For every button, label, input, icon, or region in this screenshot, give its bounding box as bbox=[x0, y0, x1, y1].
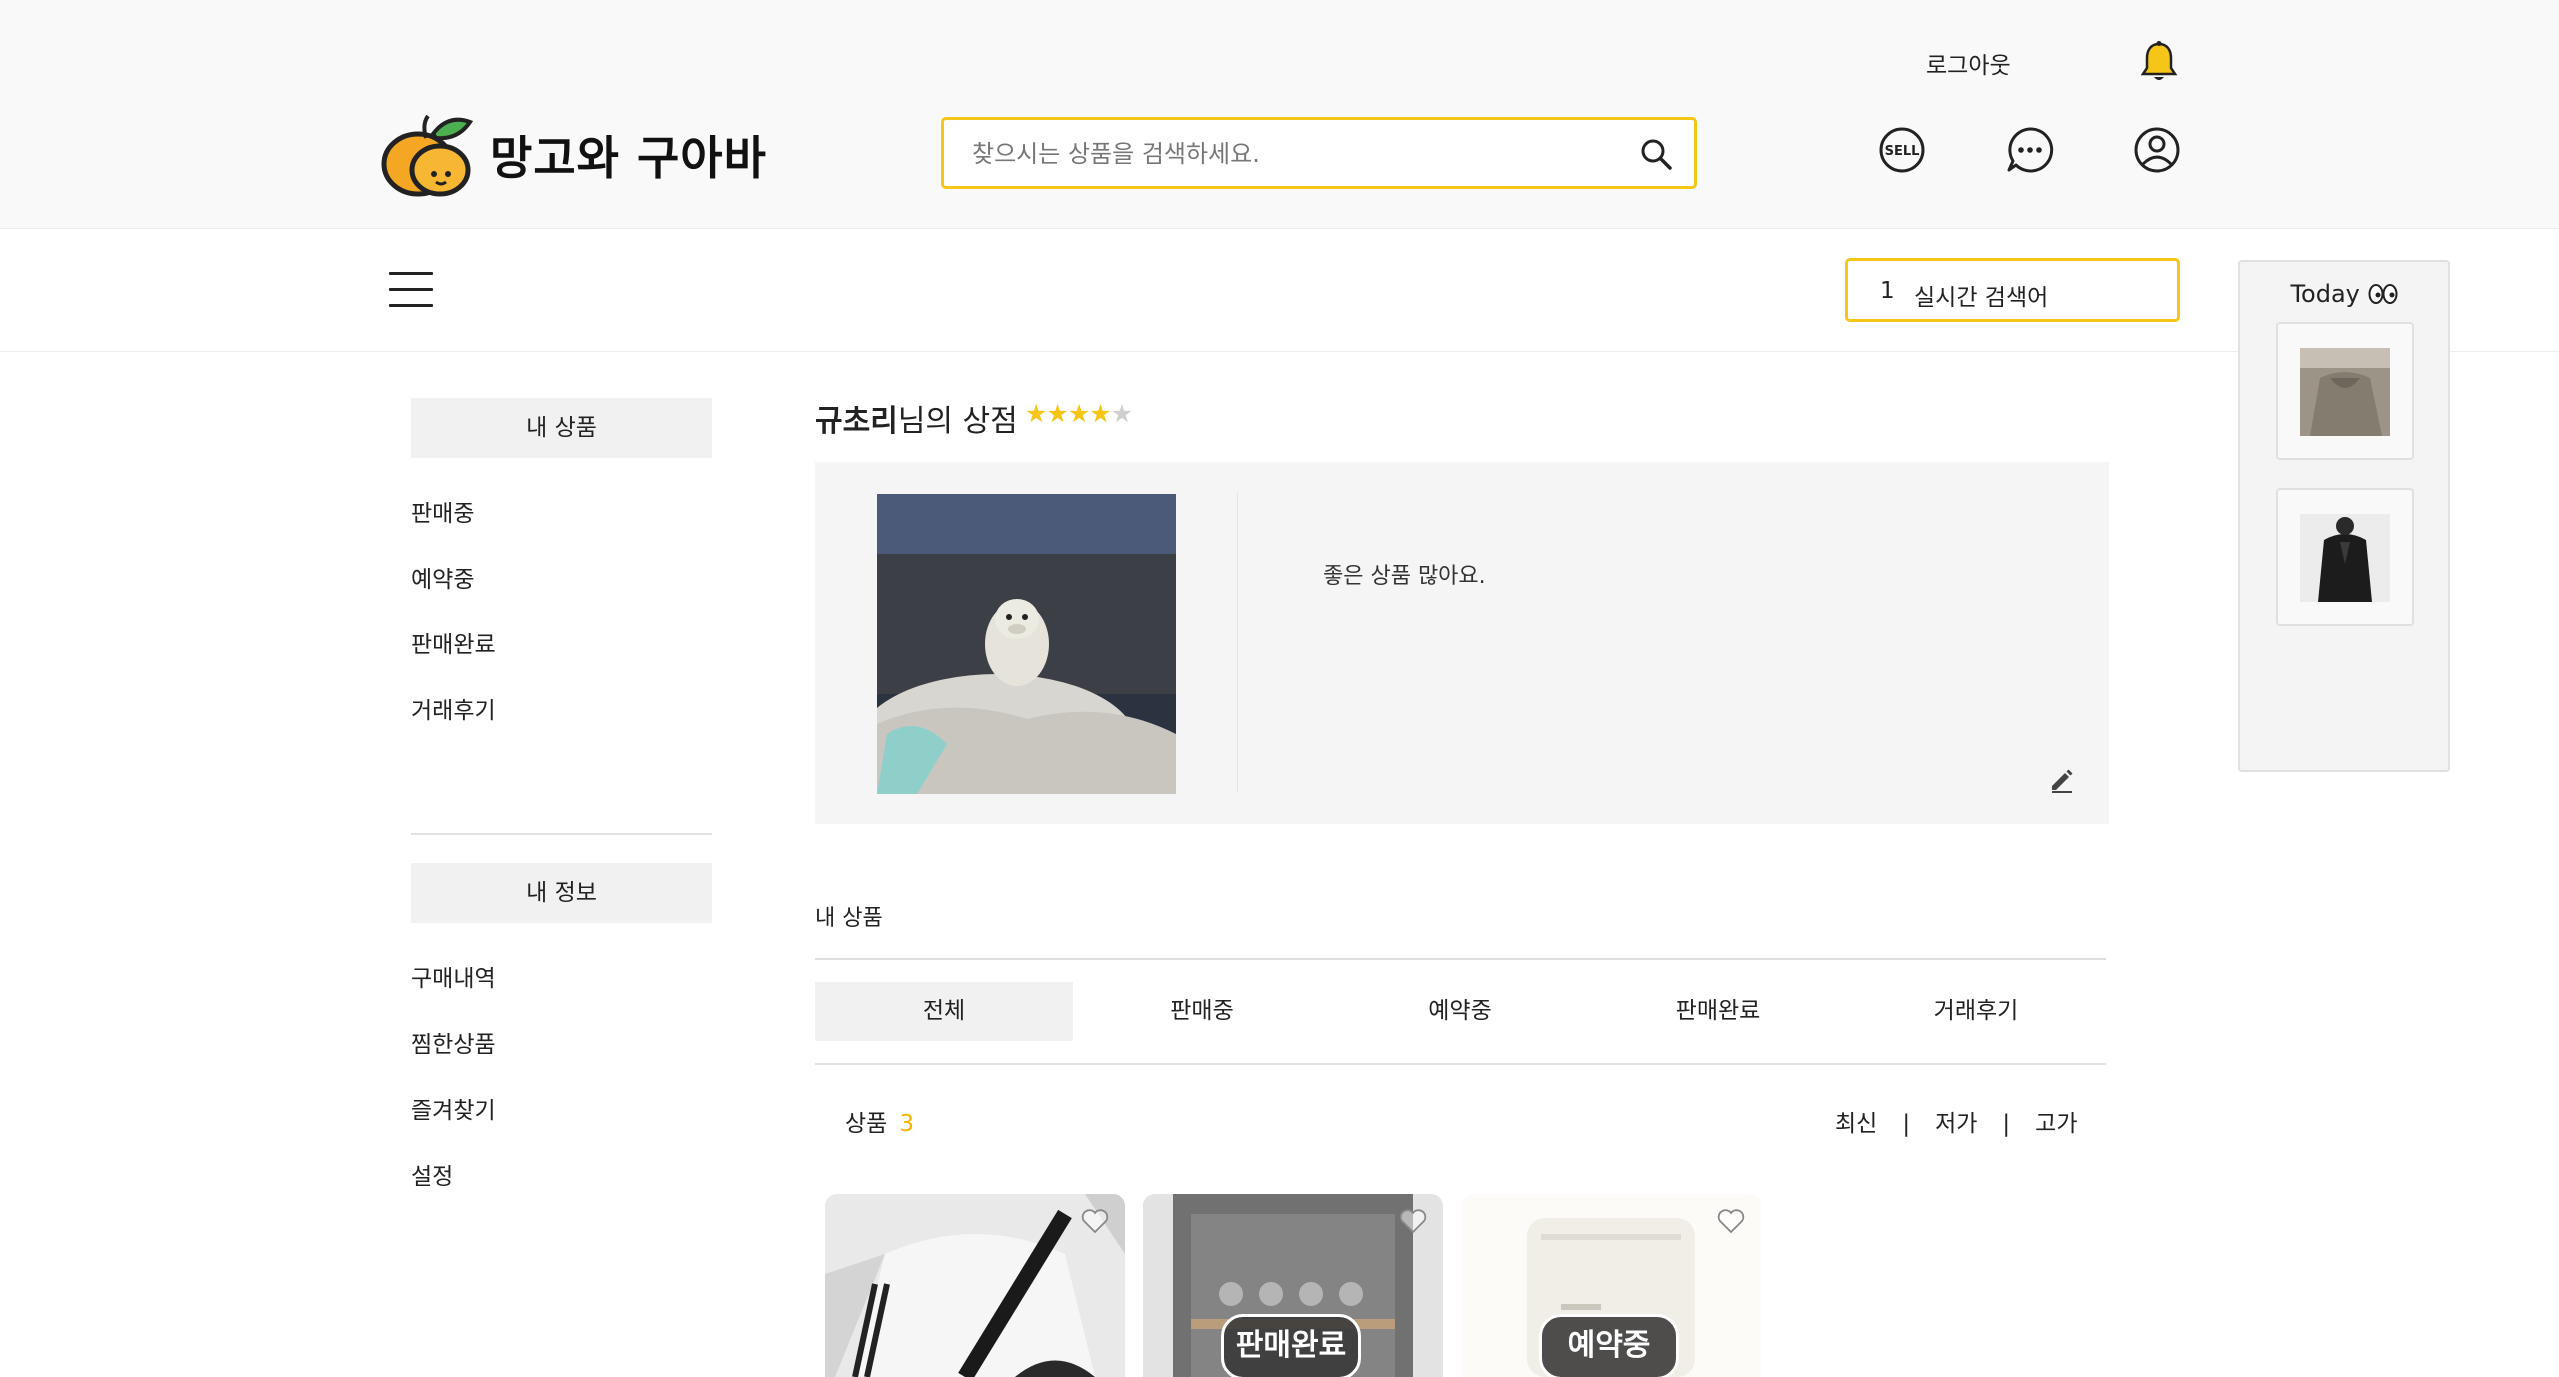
sort-low-price[interactable]: 저가 bbox=[1935, 1111, 1977, 1137]
sidebar-item-reserved[interactable]: 예약중 bbox=[411, 560, 474, 594]
sort-separator: | bbox=[2002, 1111, 2011, 1137]
sidebar-heading-products: 내 상품 bbox=[411, 398, 712, 458]
tab-reviews[interactable]: 거래후기 bbox=[1847, 982, 2105, 1041]
heart-icon[interactable] bbox=[1399, 1208, 1427, 1234]
tab-all[interactable]: 전체 bbox=[815, 982, 1073, 1041]
sidebar-item-wishlist[interactable]: 찜한상품 bbox=[411, 1025, 496, 1059]
realtime-keyword: 실시간 검색어 bbox=[1914, 285, 2049, 311]
profile-separator bbox=[1237, 492, 1238, 792]
product-count-number: 3 bbox=[899, 1111, 914, 1137]
shop-profile-card: 좋은 상품 많아요. bbox=[815, 462, 2109, 824]
nav-row: 1 실시간 검색어 bbox=[0, 230, 2559, 352]
product-image bbox=[825, 1194, 1125, 1377]
tabs-divider bbox=[815, 1063, 2106, 1065]
star-empty-icon: ★ bbox=[1110, 399, 1133, 428]
sidebar-item-sold[interactable]: 판매완료 bbox=[411, 625, 496, 659]
tab-selling[interactable]: 판매중 bbox=[1073, 982, 1331, 1041]
sort-latest[interactable]: 최신 bbox=[1835, 1111, 1877, 1137]
product-count-label: 상품 bbox=[845, 1111, 888, 1137]
recent-item-thumbnail bbox=[2300, 514, 2390, 602]
sort-separator: | bbox=[1902, 1111, 1911, 1137]
edit-icon[interactable] bbox=[2048, 766, 2076, 794]
search-icon[interactable] bbox=[1638, 136, 1674, 172]
search-input[interactable] bbox=[972, 136, 1612, 172]
sidebar-heading-info: 내 정보 bbox=[411, 863, 712, 923]
bell-icon[interactable] bbox=[2140, 40, 2178, 84]
chat-icon[interactable] bbox=[2004, 124, 2056, 176]
product-card[interactable]: 판매완료 bbox=[1143, 1194, 1443, 1377]
my-products-label: 내 상품 bbox=[815, 906, 883, 931]
recent-item[interactable] bbox=[2276, 322, 2414, 460]
recent-item[interactable] bbox=[2276, 488, 2414, 626]
recent-item-thumbnail bbox=[2300, 348, 2390, 436]
recently-viewed-panel: Today bbox=[2238, 260, 2450, 772]
star-filled-icon: ★ bbox=[1067, 399, 1090, 428]
logo-text: 망고와 구아바 bbox=[490, 131, 767, 185]
sidebar-item-settings[interactable]: 설정 bbox=[411, 1157, 453, 1191]
shop-rating-stars: ★★★★★ bbox=[1025, 399, 1133, 428]
heart-icon[interactable] bbox=[1717, 1208, 1745, 1234]
product-count: 상품 3 bbox=[845, 1104, 914, 1138]
user-icon[interactable] bbox=[2131, 124, 2183, 176]
shop-intro-text: 좋은 상품 많아요. bbox=[1323, 564, 1486, 589]
mango-logo-icon bbox=[381, 114, 474, 197]
heart-icon[interactable] bbox=[1081, 1208, 1109, 1234]
site-logo[interactable]: 망고와 구아바 bbox=[378, 104, 778, 204]
sidebar-item-purchases[interactable]: 구매내역 bbox=[411, 959, 496, 993]
shop-title: 규초리님의 상점 bbox=[815, 396, 1018, 440]
realtime-search-ticker[interactable]: 1 실시간 검색어 bbox=[1845, 258, 2180, 322]
today-title: Today bbox=[2240, 280, 2448, 308]
hamburger-menu-icon[interactable] bbox=[389, 272, 433, 308]
sidebar-item-reviews[interactable]: 거래후기 bbox=[411, 691, 496, 725]
star-filled-icon: ★ bbox=[1046, 399, 1068, 428]
sort-high-price[interactable]: 고가 bbox=[2035, 1111, 2077, 1137]
star-filled-icon: ★ bbox=[1025, 399, 1047, 428]
search-bar[interactable] bbox=[941, 117, 1697, 189]
sort-options: 최신 | 저가 | 고가 bbox=[1835, 1104, 2077, 1138]
logout-link[interactable]: 로그아웃 bbox=[1926, 46, 2011, 80]
status-badge: 판매완료 bbox=[1221, 1314, 1361, 1377]
sidebar-item-selling[interactable]: 판매중 bbox=[411, 494, 474, 528]
profile-photo[interactable] bbox=[877, 494, 1176, 794]
tab-sold[interactable]: 판매완료 bbox=[1589, 982, 1847, 1041]
product-card[interactable]: 예약중 bbox=[1461, 1194, 1761, 1377]
shop-title-suffix: 님의 상점 bbox=[897, 404, 1018, 439]
section-divider bbox=[815, 958, 2106, 960]
star-filled-icon: ★ bbox=[1089, 399, 1111, 428]
status-badge: 예약중 bbox=[1539, 1314, 1679, 1377]
top-header: 망고와 구아바 로그아웃 SELL bbox=[0, 0, 2559, 229]
eyes-icon bbox=[2368, 284, 2398, 304]
product-card[interactable] bbox=[825, 1194, 1125, 1377]
tab-reserved[interactable]: 예약중 bbox=[1331, 982, 1589, 1041]
sidebar-item-favorites[interactable]: 즐겨찾기 bbox=[411, 1091, 496, 1125]
shop-owner-name: 규초리 bbox=[815, 404, 898, 439]
realtime-rank: 1 bbox=[1880, 278, 1895, 304]
sell-icon[interactable]: SELL bbox=[1876, 124, 1928, 176]
svg-text:SELL: SELL bbox=[1885, 144, 1920, 159]
sidebar-divider bbox=[411, 833, 712, 835]
